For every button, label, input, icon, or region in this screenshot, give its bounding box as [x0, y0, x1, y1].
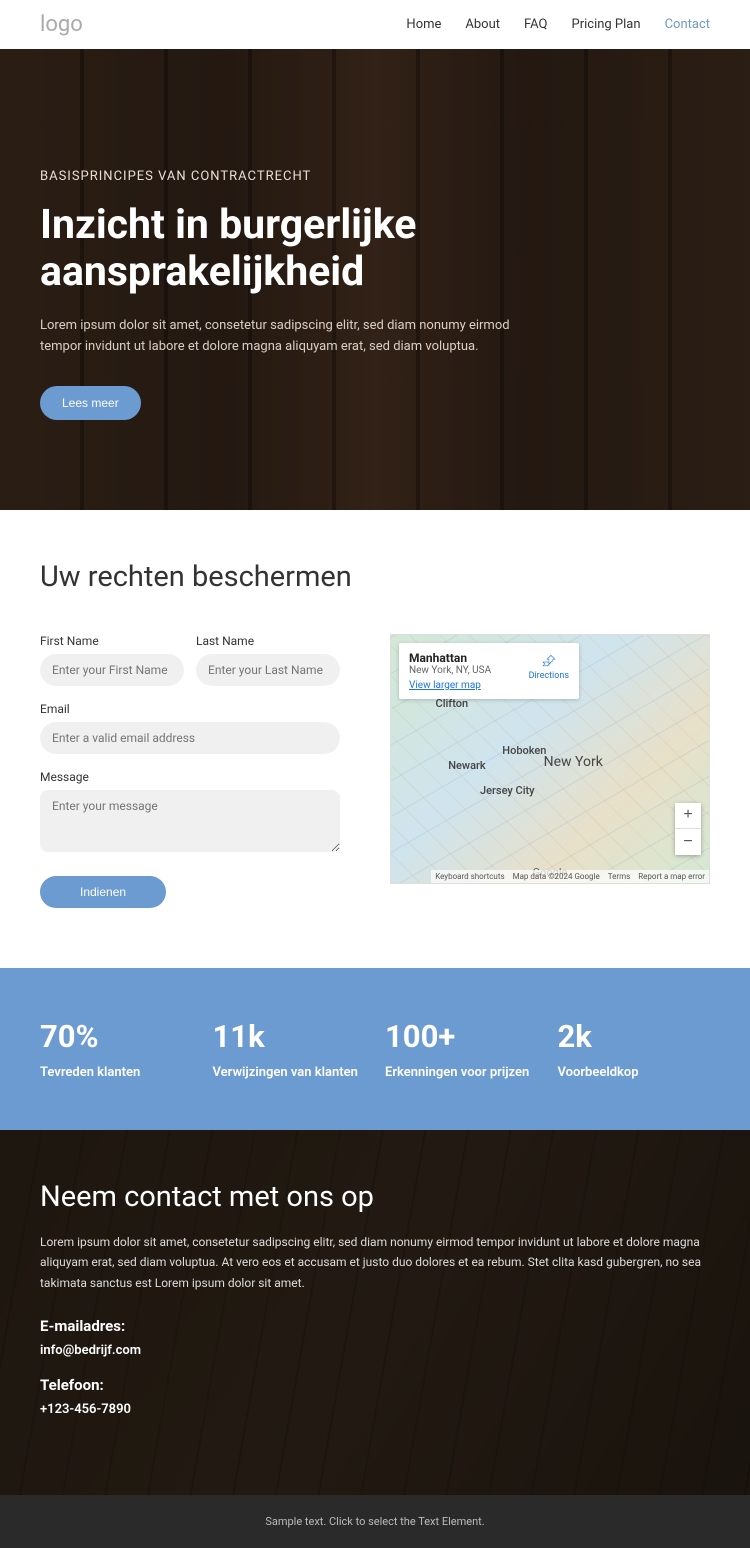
hero-description: Lorem ipsum dolor sit amet, consetetur s…	[40, 316, 520, 358]
footer-text[interactable]: Sample text. Click to select the Text El…	[265, 1515, 484, 1528]
stat-label: Tevreden klanten	[40, 1065, 193, 1080]
map-embed[interactable]: New York Newark Clifton Hoboken Jersey C…	[390, 634, 710, 884]
map-info-subtitle: New York, NY, USA	[409, 665, 491, 676]
stat-number: 70%	[40, 1018, 193, 1055]
stat-label: Verwijzingen van klanten	[213, 1065, 366, 1080]
contact-section: Uw rechten beschermen First Name Last Na…	[0, 510, 750, 968]
contact-form: First Name Last Name Email Message	[40, 634, 340, 908]
phone-heading: Telefoon:	[40, 1376, 710, 1394]
email-value: info@bedrijf.com	[40, 1343, 710, 1358]
nav-faq[interactable]: FAQ	[524, 17, 547, 32]
first-name-label: First Name	[40, 634, 184, 648]
contact-info-title: Neem contact met ons op	[40, 1180, 710, 1214]
contact-info-section: Neem contact met ons op Lorem ipsum dolo…	[0, 1130, 750, 1495]
zoom-out-button[interactable]: −	[675, 829, 701, 855]
nav-home[interactable]: Home	[406, 17, 441, 32]
contact-info-description: Lorem ipsum dolor sit amet, consetetur s…	[40, 1232, 710, 1293]
email-input[interactable]	[40, 722, 340, 754]
site-footer: Sample text. Click to select the Text El…	[0, 1495, 750, 1548]
nav-contact[interactable]: Contact	[665, 17, 710, 32]
last-name-label: Last Name	[196, 634, 340, 648]
stat-item: 70% Tevreden klanten	[40, 1018, 193, 1080]
stats-section: 70% Tevreden klanten 11k Verwijzingen va…	[0, 968, 750, 1130]
stat-label: Erkenningen voor prijzen	[385, 1065, 538, 1080]
logo[interactable]: logo	[40, 12, 83, 37]
last-name-input[interactable]	[196, 654, 340, 686]
terms-link[interactable]: Terms	[608, 872, 630, 881]
directions-icon: ⮵	[529, 651, 569, 671]
map-label-hoboken: Hoboken	[502, 744, 546, 757]
view-larger-map-link[interactable]: View larger map	[409, 680, 481, 691]
email-label: Email	[40, 702, 340, 716]
map-info-card: Manhattan New York, NY, USA View larger …	[399, 643, 579, 699]
map-info-title: Manhattan	[409, 651, 491, 665]
stat-item: 100+ Erkenningen voor prijzen	[385, 1018, 538, 1080]
message-label: Message	[40, 770, 340, 784]
stat-item: 2k Voorbeeldkop	[558, 1018, 711, 1080]
map-data-text: Map data ©2024 Google	[513, 872, 600, 881]
map-attribution: Keyboard shortcuts Map data ©2024 Google…	[431, 870, 709, 883]
stat-number: 11k	[213, 1018, 366, 1055]
hero-title: Inzicht in burgerlijke aansprakelijkheid	[40, 202, 640, 296]
directions-button[interactable]: ⮵ Directions	[529, 651, 569, 691]
message-textarea[interactable]	[40, 790, 340, 852]
map-label-jersey: Jersey City	[480, 784, 535, 797]
contact-title: Uw rechten beschermen	[40, 560, 710, 594]
stat-number: 100+	[385, 1018, 538, 1055]
read-more-button[interactable]: Lees meer	[40, 386, 141, 420]
map-label-newark: Newark	[448, 759, 485, 772]
email-heading: E-mailadres:	[40, 1317, 710, 1335]
nav-about[interactable]: About	[465, 17, 500, 32]
submit-button[interactable]: Indienen	[40, 876, 166, 908]
stat-number: 2k	[558, 1018, 711, 1055]
site-header: logo Home About FAQ Pricing Plan Contact	[0, 0, 750, 49]
phone-value: +123-456-7890	[40, 1402, 710, 1417]
report-error-link[interactable]: Report a map error	[638, 872, 705, 881]
directions-label: Directions	[529, 671, 569, 681]
keyboard-shortcuts-link[interactable]: Keyboard shortcuts	[435, 872, 504, 881]
map-label-newyork: New York	[544, 754, 603, 770]
hero-section: BASISPRINCIPES VAN CONTRACTRECHT Inzicht…	[0, 49, 750, 510]
map-zoom-controls: + −	[675, 803, 701, 855]
hero-overline: BASISPRINCIPES VAN CONTRACTRECHT	[40, 169, 640, 184]
zoom-in-button[interactable]: +	[675, 803, 701, 829]
stat-label: Voorbeeldkop	[558, 1065, 711, 1080]
nav-pricing[interactable]: Pricing Plan	[572, 17, 641, 32]
first-name-input[interactable]	[40, 654, 184, 686]
stat-item: 11k Verwijzingen van klanten	[213, 1018, 366, 1080]
main-nav: Home About FAQ Pricing Plan Contact	[406, 17, 710, 32]
